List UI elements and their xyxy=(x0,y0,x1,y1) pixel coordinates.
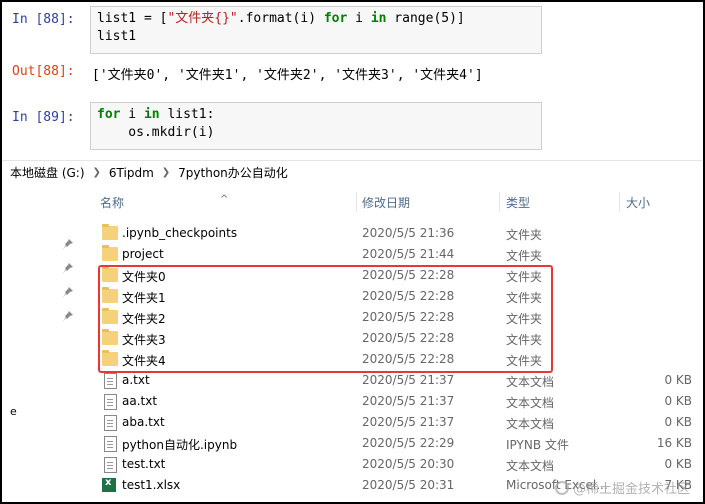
breadcrumb: 本地磁盘 (G:) ❯ 6Tipdm ❯ 7python办公自动化 xyxy=(10,164,288,181)
file-size: 0 KB xyxy=(664,394,692,408)
excel-file-icon xyxy=(102,477,116,492)
file-row[interactable]: python自动化.ipynb 2020/5/5 22:29 IPYNB 文件 16 … xyxy=(98,433,698,454)
file-type: 文本文档 xyxy=(506,375,555,389)
code-input-88[interactable]: list1 = ["文件夹{}".format(i) for i in rang… xyxy=(90,6,542,54)
column-size[interactable]: 大小 xyxy=(626,194,650,211)
folder-icon xyxy=(102,224,118,240)
file-date: 2020/5/5 21:37 xyxy=(362,373,455,387)
cell-output-88: ['文件夹0', '文件夹1', '文件夹2', '文件夹3', '文件夹4'] xyxy=(92,68,483,83)
watermark-text: @稀土掘金技术社区 xyxy=(572,482,690,497)
file-size: 0 KB xyxy=(664,457,692,471)
column-header: ^ 名称 修改日期 类型 大小 xyxy=(2,188,702,214)
file-date: 2020/5/5 20:31 xyxy=(362,478,455,492)
watermark-logo-icon xyxy=(554,480,569,495)
file-type: 文本文档 xyxy=(506,459,555,473)
file-explorer: 本地磁盘 (G:) ❯ 6Tipdm ❯ 7python办公自动化 ^ 名称 修… xyxy=(2,160,702,502)
pin-icon[interactable] xyxy=(62,262,74,274)
file-size: 0 KB xyxy=(664,373,692,387)
column-divider[interactable] xyxy=(356,192,357,212)
sort-ascending-icon: ^ xyxy=(220,194,229,205)
file-date: 2020/5/5 21:44 xyxy=(362,247,455,261)
breadcrumb-drive[interactable]: 本地磁盘 (G:) xyxy=(10,164,85,181)
text-file-icon xyxy=(104,457,117,473)
file-row[interactable]: .ipynb_checkpoints 2020/5/5 21:36 文件夹 xyxy=(98,223,698,244)
pin-icon[interactable] xyxy=(62,238,74,250)
file-row[interactable]: aa.txt 2020/5/5 21:37 文本文档 0 KB xyxy=(98,391,698,412)
file-size: 16 KB xyxy=(656,436,692,450)
text-file-icon xyxy=(104,373,117,389)
notebook-file-icon xyxy=(104,436,117,452)
code-input-89[interactable]: for i in list1: os.mkdir(i) xyxy=(90,102,542,150)
file-name: test.txt xyxy=(122,457,166,471)
nav-pane-text: e xyxy=(10,405,17,418)
column-name[interactable]: 名称 xyxy=(100,194,124,211)
column-divider[interactable] xyxy=(499,192,500,212)
folder-icon xyxy=(102,245,118,261)
file-name: a.txt xyxy=(122,373,150,387)
highlight-box xyxy=(98,265,553,373)
file-date: 2020/5/5 21:37 xyxy=(362,415,455,429)
screenshot-frame: In [88]: list1 = ["文件夹{}".format(i) for … xyxy=(0,0,705,504)
in-prompt: In [89]: xyxy=(12,110,75,125)
file-type: 文本文档 xyxy=(506,396,555,410)
pin-icon[interactable] xyxy=(62,286,74,298)
file-type: 文件夹 xyxy=(506,249,543,263)
file-date: 2020/5/5 21:36 xyxy=(362,226,455,240)
file-name: test1.xlsx xyxy=(122,478,181,492)
out-prompt: Out[88]: xyxy=(12,64,75,79)
file-row[interactable]: aba.txt 2020/5/5 21:37 文本文档 0 KB xyxy=(98,412,698,433)
file-type: IPYNB 文件 xyxy=(506,438,569,452)
file-date: 2020/5/5 20:30 xyxy=(362,457,455,471)
breadcrumb-folder-current[interactable]: 7python办公自动化 xyxy=(178,164,288,181)
chevron-right-icon[interactable]: ❯ xyxy=(162,167,170,178)
file-name: aba.txt xyxy=(122,415,165,429)
text-file-icon xyxy=(104,394,117,410)
file-name: aa.txt xyxy=(122,394,158,408)
file-row[interactable]: test.txt 2020/5/5 20:30 文本文档 0 KB xyxy=(98,454,698,475)
file-type: 文本文档 xyxy=(506,417,555,431)
breadcrumb-folder-6tipdm[interactable]: 6Tipdm xyxy=(109,166,154,180)
file-row[interactable]: a.txt 2020/5/5 21:37 文本文档 0 KB xyxy=(98,370,698,391)
file-name: .ipynb_checkpoints xyxy=(122,226,238,240)
watermark: @稀土掘金技术社区 xyxy=(554,478,690,497)
column-divider[interactable] xyxy=(619,192,620,212)
file-date: 2020/5/5 22:29 xyxy=(362,436,455,450)
file-size: 0 KB xyxy=(664,415,692,429)
file-name: python自动化.ipynb xyxy=(122,438,238,452)
pin-icon[interactable] xyxy=(62,310,74,322)
column-date[interactable]: 修改日期 xyxy=(362,194,410,211)
text-file-icon xyxy=(104,415,117,431)
file-name: project xyxy=(122,247,164,261)
in-prompt: In [88]: xyxy=(12,12,75,27)
chevron-right-icon[interactable]: ❯ xyxy=(93,167,101,178)
file-row[interactable]: project 2020/5/5 21:44 文件夹 xyxy=(98,244,698,265)
column-type[interactable]: 类型 xyxy=(506,194,530,211)
file-type: 文件夹 xyxy=(506,228,543,242)
file-date: 2020/5/5 21:37 xyxy=(362,394,455,408)
